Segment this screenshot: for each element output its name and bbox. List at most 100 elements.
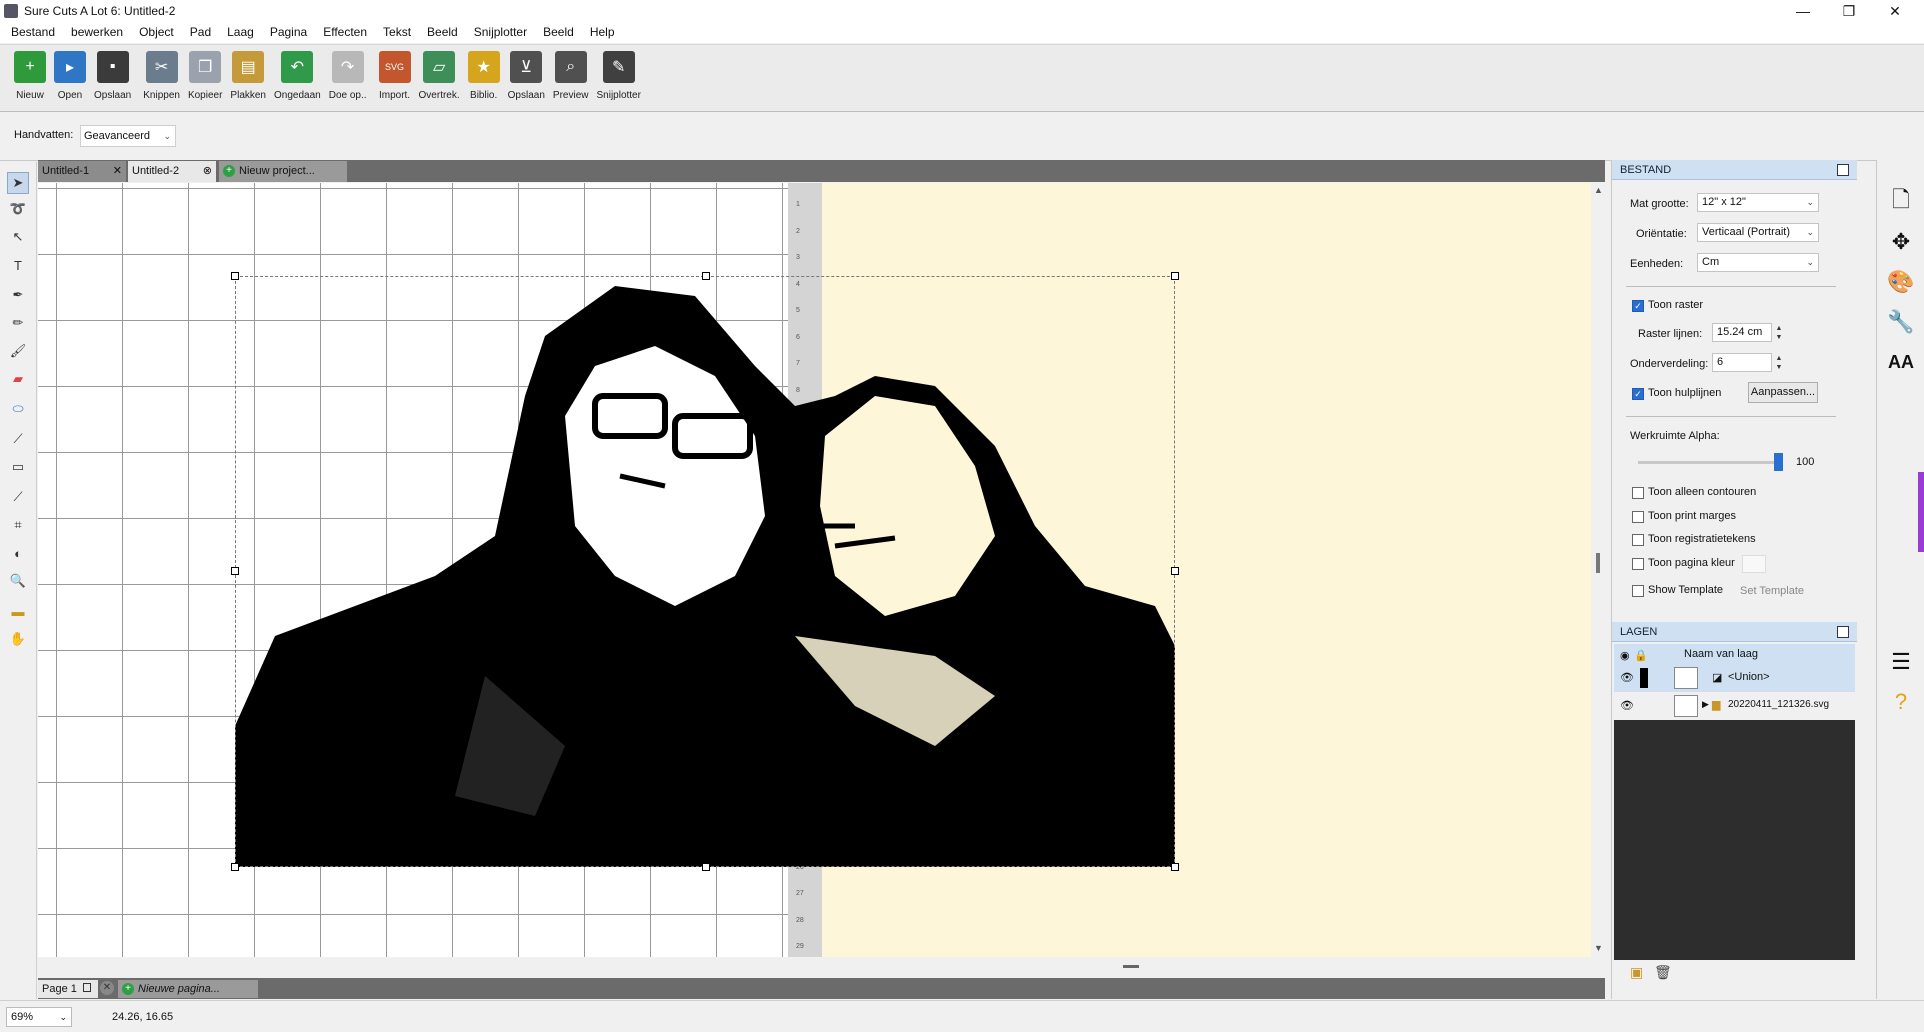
resize-handle[interactable] — [231, 863, 239, 871]
resize-handle[interactable] — [231, 567, 239, 575]
lasso-icon[interactable]: ➰ — [7, 198, 29, 220]
eye-icon[interactable]: 👁 — [1620, 699, 1634, 712]
menu-bestand[interactable]: Bestand — [3, 22, 63, 43]
maximize-button[interactable]: ❐ — [1826, 0, 1872, 22]
expand-icon[interactable]: ▶ — [1702, 699, 1709, 710]
horizontal-scrollbar[interactable] — [38, 957, 1605, 978]
preview-button[interactable]: ⌕ Preview — [549, 45, 593, 111]
copy-button[interactable]: ❐ Kopieer — [184, 45, 226, 111]
tab-untitled-2[interactable]: Untitled-2 ⊗ — [128, 161, 216, 182]
open-button[interactable]: ▸ Open — [50, 45, 90, 111]
layer-row-svg[interactable]: 👁 ▶ ▆ 20220411_121326.svg — [1614, 692, 1855, 720]
eraser-icon[interactable]: ▰ — [7, 368, 29, 390]
resize-handle[interactable] — [1171, 567, 1179, 575]
show-guides-checkbox[interactable]: ✓ — [1632, 388, 1644, 400]
move-icon[interactable]: ✥ — [1885, 226, 1917, 258]
node-edit-icon[interactable]: ↖ — [7, 226, 29, 248]
menu-beeld-2[interactable]: Beeld — [535, 22, 582, 43]
help-icon[interactable]: ? — [1885, 686, 1917, 718]
show-grid-checkbox[interactable]: ✓ — [1632, 300, 1644, 312]
delete-layer-icon[interactable]: 🗑 — [1654, 964, 1672, 981]
contrast-icon[interactable]: ◐ — [7, 542, 29, 564]
reg-marks-checkbox[interactable] — [1632, 534, 1644, 546]
palette-icon[interactable]: 🎨 — [1885, 266, 1917, 298]
menu-help[interactable]: Help — [582, 22, 623, 43]
handles-select[interactable]: Geavanceerd ⌄ — [80, 125, 176, 147]
scroll-up-icon[interactable]: ▲ — [1594, 185, 1603, 195]
new-button[interactable]: + Nieuw — [10, 45, 50, 111]
layers-icon[interactable]: ☰ — [1885, 646, 1917, 678]
library-button[interactable]: ★ Biblio. — [464, 45, 504, 111]
layer-row-union[interactable]: 👁 ◪ <Union> — [1614, 664, 1855, 692]
cut-button[interactable]: ✂ Knippen — [139, 45, 184, 111]
wrench-icon[interactable]: 🔧 — [1885, 306, 1917, 338]
menu-bewerken[interactable]: bewerken — [63, 22, 131, 43]
menu-pad[interactable]: Pad — [182, 22, 219, 43]
menu-tekst[interactable]: Tekst — [375, 22, 419, 43]
show-template-checkbox[interactable] — [1632, 585, 1644, 597]
knife-icon[interactable]: ⟋ — [7, 486, 29, 508]
zoom-icon[interactable]: 🔍 — [7, 570, 29, 592]
eye-icon[interactable]: 👁 — [1620, 671, 1634, 684]
page-color-checkbox[interactable] — [1632, 558, 1644, 570]
pencil-icon[interactable]: ✏ — [7, 312, 29, 334]
set-template-button[interactable]: Set Template — [1740, 585, 1804, 597]
pin-icon[interactable] — [1837, 626, 1849, 638]
hand-icon[interactable]: ✋ — [7, 628, 29, 650]
resize-handle[interactable] — [702, 272, 710, 280]
text-icon[interactable]: T — [7, 254, 29, 276]
alpha-slider-track[interactable] — [1638, 461, 1778, 464]
tab-page-1[interactable]: Page 1 — [38, 980, 98, 998]
scroll-thumb[interactable] — [1596, 553, 1600, 573]
design-canvas[interactable]: 1234567891011121314151617181920212223242… — [38, 183, 1591, 957]
units-select[interactable]: Cm ⌄ — [1697, 253, 1819, 272]
pin-icon[interactable] — [1837, 164, 1849, 176]
cutter-button[interactable]: ✎ Snijplotter — [592, 45, 644, 111]
spinner-arrows-icon[interactable]: ▲ ▼ — [1773, 354, 1785, 373]
trace-button[interactable]: ▱ Overtrek. — [415, 45, 464, 111]
font-icon[interactable]: AA — [1885, 346, 1917, 378]
page-color-swatch[interactable] — [1742, 555, 1766, 573]
resize-handle[interactable] — [231, 272, 239, 280]
mat-size-select[interactable]: 12" x 12" ⌄ — [1697, 193, 1819, 212]
customize-button[interactable]: Aanpassen... — [1748, 382, 1818, 403]
menu-snijplotter[interactable]: Snijplotter — [466, 22, 535, 43]
resize-handle[interactable] — [702, 863, 710, 871]
gradient-icon[interactable]: ▭ — [7, 456, 29, 478]
store-button[interactable]: ⊻ Opslaan — [504, 45, 549, 111]
subdivision-input[interactable]: 6 ▲ ▼ — [1712, 353, 1782, 372]
vertical-scrollbar[interactable]: ▲ ▼ — [1591, 183, 1605, 957]
brush-icon[interactable]: 🖌 — [7, 340, 29, 362]
document-icon[interactable]: 🗋 — [1885, 186, 1917, 218]
new-project-tab[interactable]: + Nieuw project... — [219, 161, 347, 182]
import-button[interactable]: SVG Import. — [375, 45, 415, 111]
add-layer-icon[interactable]: ▣ — [1630, 964, 1643, 981]
undo-button[interactable]: ↶ Ongedaan — [270, 45, 325, 111]
resize-handle[interactable] — [1171, 272, 1179, 280]
resize-handle[interactable] — [1171, 863, 1179, 871]
menu-object[interactable]: Object — [131, 22, 182, 43]
zoom-select[interactable]: 69% ⌄ — [6, 1007, 72, 1027]
pen-icon[interactable]: ✒ — [7, 284, 29, 306]
minimize-button[interactable]: — — [1780, 0, 1826, 22]
ellipse-icon[interactable]: ⬭ — [7, 398, 29, 420]
only-contours-checkbox[interactable] — [1632, 487, 1644, 499]
close-icon[interactable]: ✕ — [113, 161, 122, 181]
menu-laag[interactable]: Laag — [219, 22, 262, 43]
print-margins-checkbox[interactable] — [1632, 511, 1644, 523]
close-page-icon[interactable]: ✕ — [100, 981, 114, 995]
new-page-tab[interactable]: + Nieuwe pagina... — [118, 980, 258, 998]
alpha-slider-thumb[interactable] — [1774, 453, 1783, 471]
close-icon[interactable]: ⊗ — [203, 161, 212, 181]
close-window-button[interactable]: ✕ — [1872, 0, 1918, 22]
ruler-icon[interactable]: ▬ — [7, 600, 29, 622]
menu-effecten[interactable]: Effecten — [315, 22, 375, 43]
save-button[interactable]: ▪ Opslaan — [90, 45, 135, 111]
scroll-down-icon[interactable]: ▼ — [1594, 943, 1603, 953]
menu-pagina[interactable]: Pagina — [262, 22, 315, 43]
tab-untitled-1[interactable]: Untitled-1 ✕ — [38, 161, 126, 182]
grid-lines-input[interactable]: 15.24 cm ▲ ▼ — [1712, 323, 1782, 342]
select-arrow-icon[interactable]: ➤ — [7, 172, 29, 194]
path-icon[interactable]: ⌗ — [7, 514, 29, 536]
spinner-arrows-icon[interactable]: ▲ ▼ — [1773, 324, 1785, 343]
